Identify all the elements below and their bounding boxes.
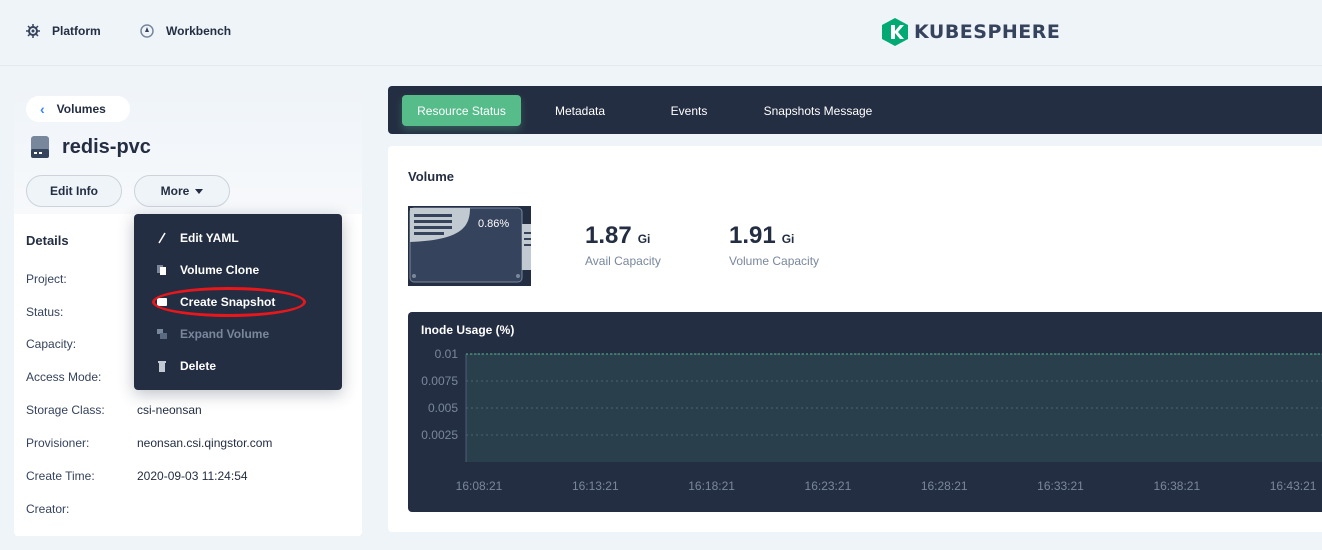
- detail-label-project: Project:: [26, 272, 67, 286]
- y-tick-label: 0.01: [435, 347, 459, 361]
- detail-label-provisioner: Provisioner:: [26, 436, 90, 450]
- caret-down-icon: [195, 188, 204, 194]
- snapshot-icon: [157, 298, 167, 306]
- x-tick-label: 16:18:21: [688, 479, 735, 493]
- kubesphere-logo-icon: [882, 18, 908, 46]
- more-dropdown-menu: Edit YAML Volume Clone Create Snapshot E…: [134, 214, 342, 390]
- menu-item-volume-clone[interactable]: Volume Clone: [134, 254, 342, 286]
- edit-info-button[interactable]: Edit Info: [26, 175, 122, 207]
- tab-snapshots-message[interactable]: Snapshots Message: [750, 95, 886, 126]
- tab-bar: Resource Status Metadata Events Snapshot…: [388, 86, 1322, 134]
- avail-capacity-unit: Gi: [637, 232, 651, 246]
- detail-label-access-mode: Access Mode:: [26, 370, 102, 384]
- back-label: Volumes: [56, 102, 106, 116]
- workbench-label: Workbench: [166, 24, 232, 38]
- kubesphere-logo[interactable]: KUBESPHERE: [882, 18, 1060, 46]
- back-to-volumes-button[interactable]: ‹ Volumes: [26, 96, 130, 122]
- volume-card: Volume 0.86% 1.87 Gi Avail Capacity 1.91 G…: [388, 146, 1322, 532]
- menu-item-label: Expand Volume: [180, 327, 270, 341]
- trash-icon: [158, 361, 166, 372]
- volume-capacity-unit: Gi: [781, 232, 795, 246]
- tab-label: Events: [670, 103, 708, 118]
- tab-label: Metadata: [554, 103, 606, 118]
- more-label: More: [160, 184, 190, 198]
- tab-resource-status[interactable]: Resource Status: [402, 95, 521, 126]
- volume-capacity-label: Volume Capacity: [729, 254, 820, 268]
- inode-usage-chart: Inode Usage (%) 0.01 0.0075 0.005 0.0025 16:…: [408, 312, 1322, 512]
- compass-icon: [140, 24, 154, 38]
- platform-label: Platform: [52, 24, 101, 38]
- menu-item-edit-yaml[interactable]: Edit YAML: [134, 222, 342, 254]
- expand-icon: [157, 329, 167, 339]
- x-tick-label: 16:28:21: [921, 479, 968, 493]
- tab-label: Snapshots Message: [763, 103, 873, 118]
- pen-icon: [158, 232, 166, 244]
- x-tick-label: 16:33:21: [1037, 479, 1084, 493]
- menu-item-label: Edit YAML: [180, 231, 239, 245]
- more-button[interactable]: More: [134, 175, 230, 207]
- workbench-nav[interactable]: Workbench: [140, 24, 231, 38]
- logo-text: KUBESPHERE: [914, 21, 1061, 43]
- menu-item-expand-volume: Expand Volume: [134, 318, 342, 350]
- platform-nav[interactable]: Platform: [26, 24, 101, 38]
- tab-events[interactable]: Events: [654, 95, 724, 126]
- tab-metadata[interactable]: Metadata: [538, 95, 622, 126]
- copy-icon: [157, 265, 166, 275]
- volume-icon: [31, 136, 49, 158]
- avail-capacity-label: Avail Capacity: [585, 254, 661, 268]
- detail-value-storage-class: csi-neonsan: [137, 403, 202, 417]
- menu-item-label: Create Snapshot: [180, 295, 276, 309]
- avail-capacity-value: 1.87: [585, 222, 632, 249]
- top-bar: Platform Workbench KUBESPHERE: [0, 0, 1322, 66]
- tab-label: Resource Status: [417, 103, 506, 118]
- detail-label-storage-class: Storage Class:: [26, 403, 105, 417]
- x-tick-label: 16:43:21: [1270, 479, 1317, 493]
- x-tick-label: 16:38:21: [1153, 479, 1200, 493]
- detail-label-capacity: Capacity:: [26, 337, 77, 351]
- volume-capacity-stat: 1.91 Gi Volume Capacity: [729, 222, 819, 268]
- y-tick-label: 0.0075: [421, 374, 458, 388]
- avail-capacity-stat: 1.87 Gi Avail Capacity: [585, 222, 661, 268]
- menu-item-delete[interactable]: Delete: [134, 350, 342, 382]
- page-title: redis-pvc: [62, 135, 151, 158]
- volume-capacity-value: 1.91: [729, 222, 776, 249]
- detail-label-status: Status:: [26, 305, 64, 319]
- y-tick-label: 0.0025: [421, 428, 458, 442]
- volume-usage-graphic: 0.86%: [408, 206, 531, 286]
- chart-plot: 0.01 0.0075 0.005 0.0025 16:08:21 16:13:21 16:…: [421, 347, 1322, 493]
- edit-info-label: Edit Info: [50, 184, 98, 198]
- detail-value-provisioner: neonsan.csi.qingstor.com: [137, 436, 273, 450]
- resource-title-row: redis-pvc: [30, 135, 151, 159]
- menu-item-create-snapshot[interactable]: Create Snapshot: [134, 286, 342, 318]
- details-heading: Details: [26, 233, 69, 248]
- x-tick-label: 16:08:21: [456, 479, 503, 493]
- detail-label-create-time: Create Time:: [26, 469, 95, 483]
- usage-percent-text: 0.86%: [478, 218, 509, 230]
- volume-heading: Volume: [408, 169, 454, 184]
- y-tick-label: 0.005: [428, 401, 458, 415]
- gear-icon: [26, 24, 40, 38]
- menu-item-label: Volume Clone: [180, 263, 260, 277]
- detail-label-creator: Creator:: [26, 502, 70, 516]
- chevron-left-icon: ‹: [40, 101, 45, 117]
- detail-value-create-time: 2020-09-03 11:24:54: [137, 469, 248, 483]
- x-tick-label: 16:13:21: [572, 479, 619, 493]
- x-tick-label: 16:23:21: [805, 479, 852, 493]
- menu-item-label: Delete: [180, 359, 217, 373]
- series-area: [466, 354, 1322, 462]
